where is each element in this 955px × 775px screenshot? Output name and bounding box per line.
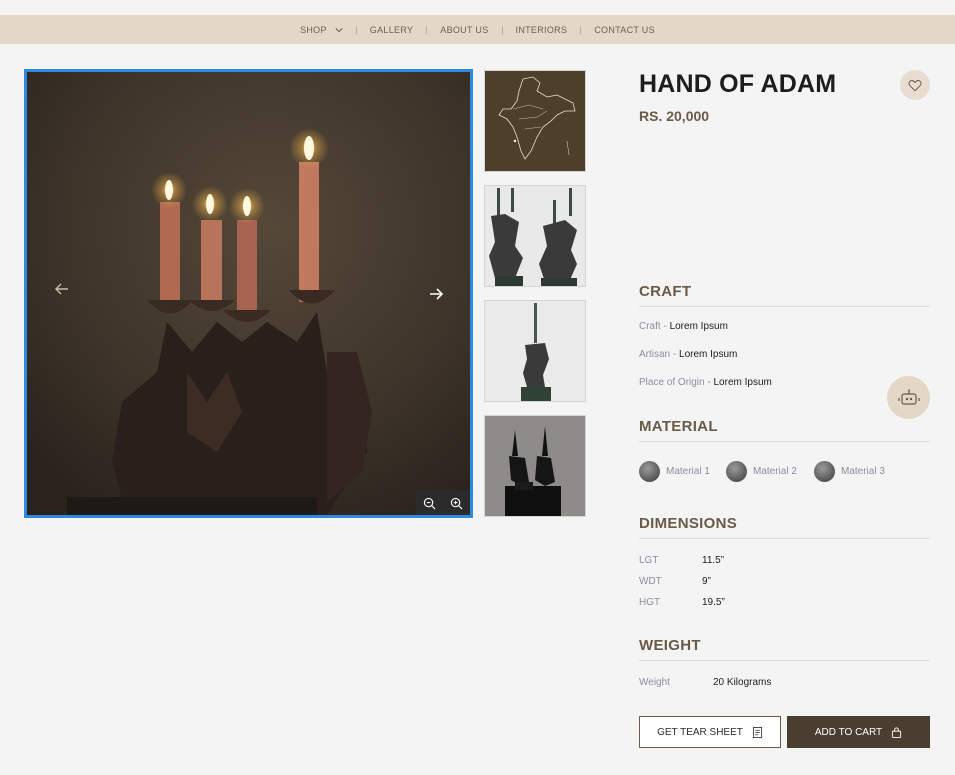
origin-value: Lorem Ipsum [713, 377, 772, 388]
dimension-row-height: HGT 19.5” [639, 597, 725, 608]
artisan-key: Artisan - [639, 349, 680, 360]
nav-shop-label: SHOP [300, 24, 327, 35]
craft-heading: CRAFT [639, 283, 692, 300]
zoom-out-button[interactable] [416, 490, 443, 515]
dimension-row-length: LGT 11.5” [639, 555, 724, 566]
robot-icon [897, 389, 920, 405]
product-price: RS. 20,000 [639, 108, 710, 124]
material-swatch [726, 461, 747, 482]
chatbot-button[interactable] [887, 376, 930, 419]
craft-key: Craft - [639, 321, 670, 332]
dimension-value: 9” [702, 576, 711, 587]
get-tear-sheet-button[interactable]: GET TEAR SHEET [639, 716, 781, 748]
origin-key: Place of Origin - [639, 377, 714, 388]
hand-holder-single-image [521, 303, 551, 401]
material-divider [639, 441, 930, 442]
nav-divider [580, 25, 582, 34]
material-option-3[interactable]: Material 3 [814, 461, 885, 482]
thumbnail-holder-single[interactable] [484, 300, 586, 402]
arrow-left-icon[interactable] [52, 279, 72, 299]
material-label: Material 3 [841, 466, 885, 477]
weight-divider [639, 660, 930, 661]
arrow-right-icon[interactable] [426, 284, 446, 304]
chevron-down-icon [335, 27, 343, 32]
nav-contact[interactable]: CONTACT US [594, 25, 655, 35]
zoom-in-icon [450, 497, 463, 510]
dimension-row-width: WDT 9” [639, 576, 711, 587]
dimension-value: 11.5” [702, 555, 725, 566]
nav-about-label: ABOUT US [440, 24, 489, 35]
material-heading: MATERIAL [639, 418, 718, 435]
dimension-key: WDT [639, 576, 662, 587]
dimensions-heading: DIMENSIONS [639, 515, 738, 532]
heart-icon [908, 79, 922, 91]
india-map-image [498, 76, 576, 160]
hand-silhouettes-image [485, 416, 585, 516]
nav-divider [501, 25, 503, 34]
nav-shop[interactable]: SHOP [300, 25, 343, 35]
hand-holders-pair-image [489, 188, 577, 286]
weight-key: Weight [639, 677, 670, 688]
weight-heading: WEIGHT [639, 637, 701, 654]
artisan-value: Lorem Ipsum [679, 349, 738, 360]
dimension-key: HGT [639, 597, 661, 608]
add-to-cart-button[interactable]: ADD TO CART [787, 716, 930, 748]
nav-gallery-label: GALLERY [369, 24, 414, 35]
nav-about[interactable]: ABOUT US [440, 25, 488, 35]
thumbnail-india-map[interactable] [484, 70, 586, 172]
material-swatch [639, 461, 660, 482]
nav-gallery[interactable]: GALLERY [370, 25, 413, 35]
main-nav: SHOP GALLERY ABOUT US INTERIORS CONTACT … [0, 15, 955, 44]
dimension-value: 19.5” [702, 597, 725, 608]
material-option-1[interactable]: Material 1 [639, 461, 710, 482]
thumbnail-silhouettes[interactable] [484, 415, 586, 517]
wishlist-button[interactable] [900, 70, 930, 100]
thumbnail-holders-pair[interactable] [484, 185, 586, 287]
zoom-in-button[interactable] [443, 490, 470, 515]
weight-value: 20 Kilograms [713, 677, 772, 688]
weight-row: Weight 20 Kilograms [639, 677, 771, 688]
dimension-key: LGT [639, 555, 659, 566]
product-title: HAND OF ADAM [639, 70, 837, 98]
material-label: Material 2 [753, 466, 797, 477]
top-strip [0, 0, 955, 15]
craft-row-artisan: Artisan - Lorem Ipsum [639, 349, 737, 360]
candle-photo [27, 72, 470, 515]
craft-value: Lorem Ipsum [669, 321, 728, 332]
nav-interiors-label: INTERIORS [515, 24, 568, 35]
main-product-image[interactable] [24, 69, 473, 518]
nav-interiors[interactable]: INTERIORS [516, 25, 568, 35]
document-icon [752, 726, 762, 738]
bag-icon [892, 726, 902, 738]
nav-divider [426, 25, 428, 34]
zoom-out-icon [423, 497, 436, 510]
dimensions-divider [639, 538, 930, 539]
nav-contact-label: CONTACT US [594, 24, 655, 35]
tear-sheet-label: GET TEAR SHEET [657, 726, 743, 738]
craft-divider [639, 306, 930, 307]
material-option-2[interactable]: Material 2 [726, 461, 797, 482]
craft-row-origin: Place of Origin - Lorem Ipsum [639, 377, 772, 388]
nav-divider [355, 25, 357, 34]
craft-row-craft: Craft - Lorem Ipsum [639, 321, 728, 332]
add-to-cart-label: ADD TO CART [814, 726, 883, 738]
material-swatch [814, 461, 835, 482]
material-label: Material 1 [666, 466, 710, 477]
